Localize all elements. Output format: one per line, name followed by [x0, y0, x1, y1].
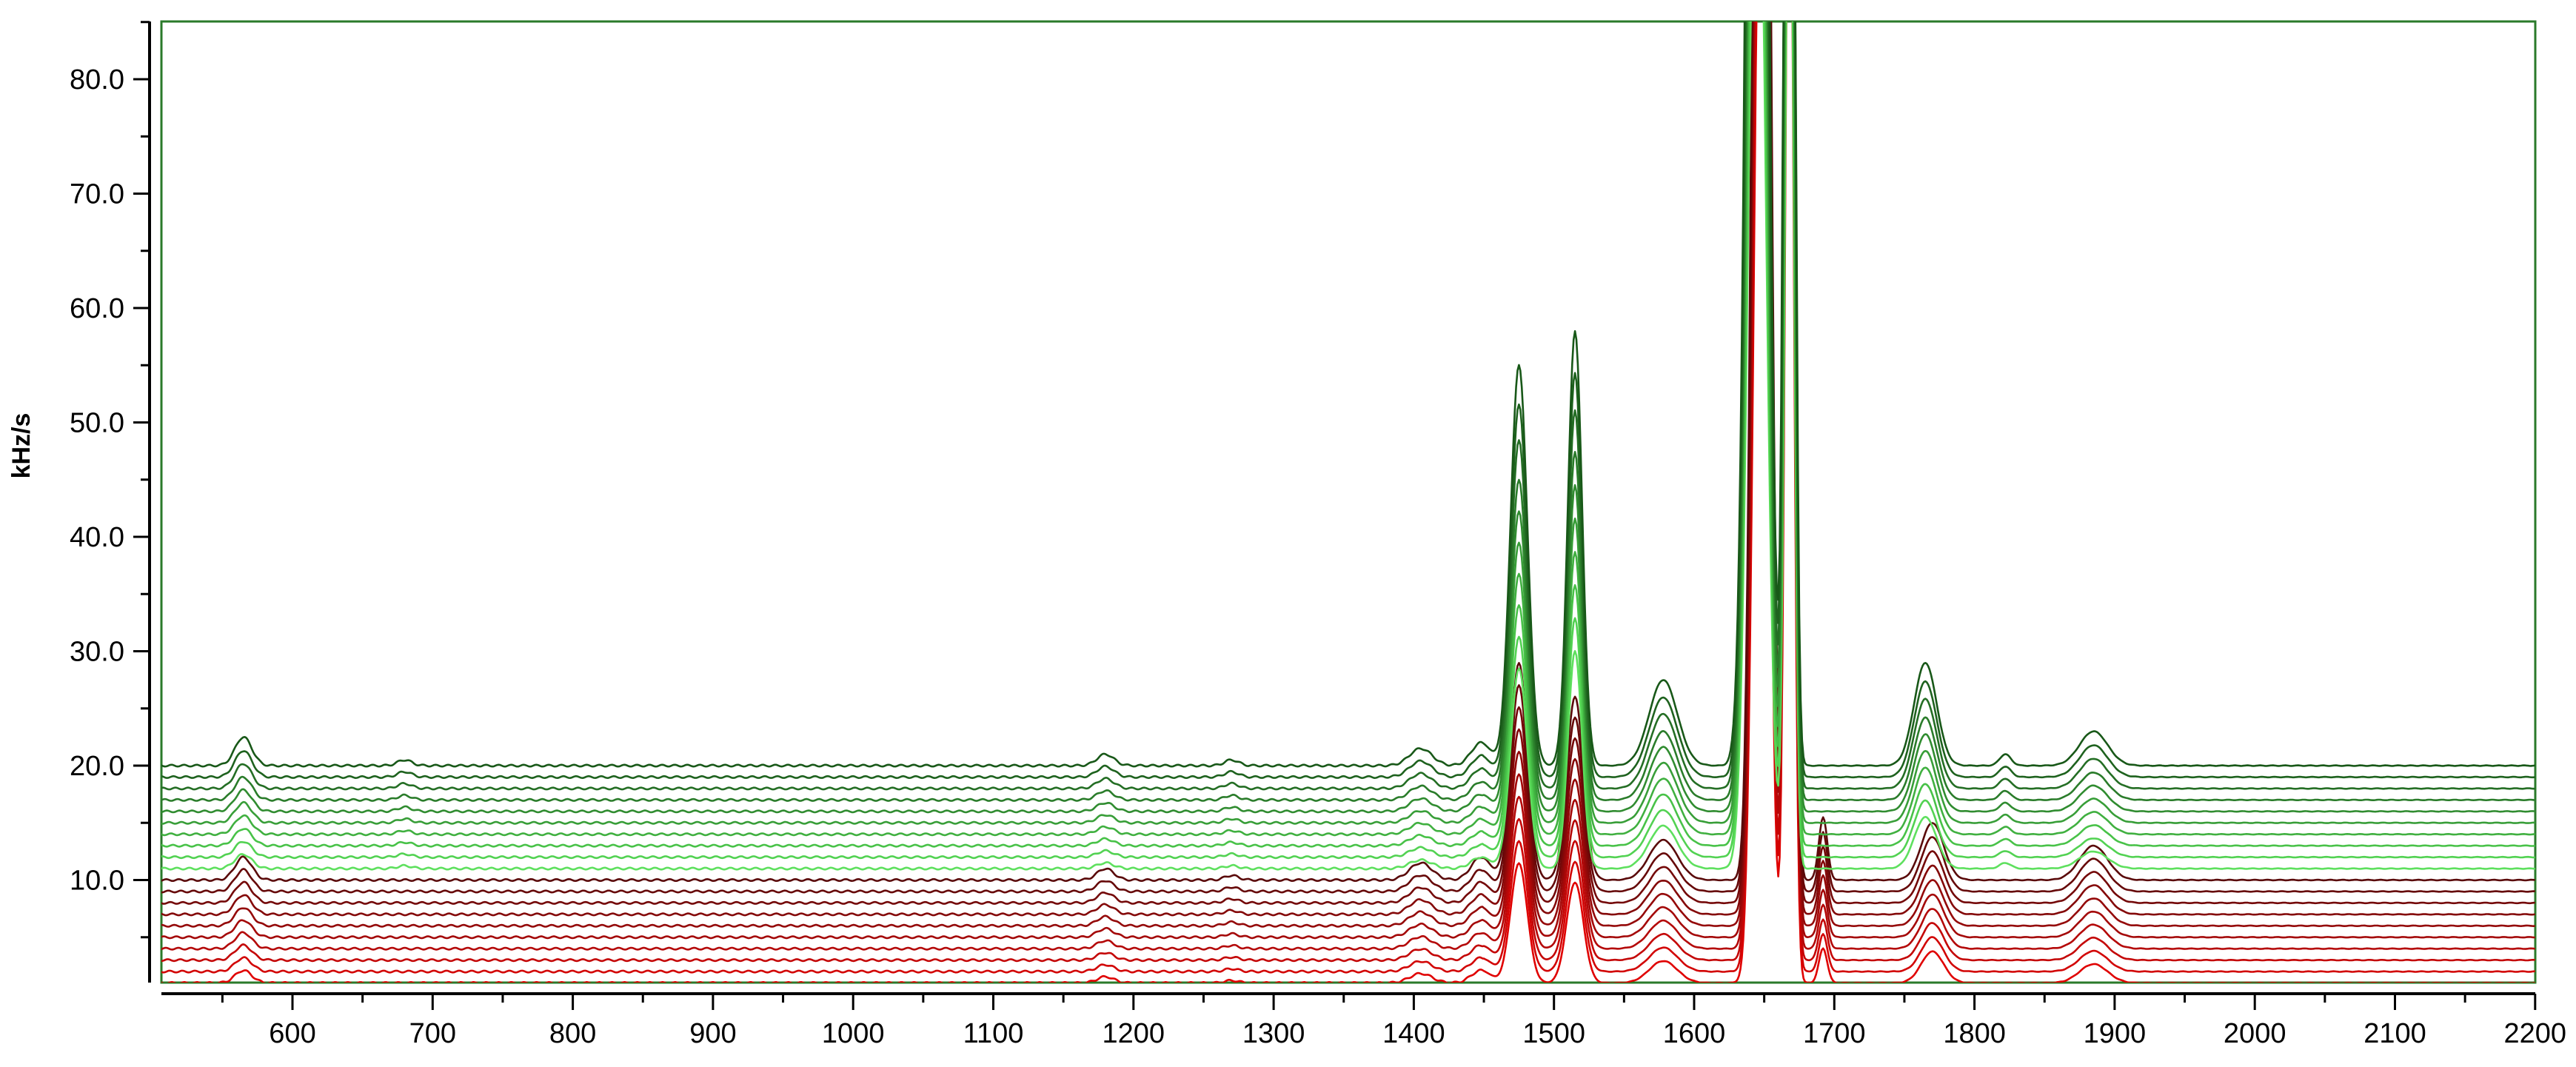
x-tick-label: 1800 — [1943, 1018, 2006, 1049]
x-tick-label: 1900 — [2084, 1018, 2147, 1049]
y-axis-title: kHz/s — [7, 413, 36, 479]
x-tick-label: 1300 — [1242, 1018, 1305, 1049]
spectra-chart: 10.0 20.0 30.0 40.0 50.0 60.0 70.0 80.0 600 700 8… — [7, 20, 2567, 1049]
plot-frame — [160, 20, 2537, 984]
x-tick-label: 600 — [269, 1018, 315, 1049]
x-tick-label: 1400 — [1382, 1018, 1445, 1049]
x-tick-label: 900 — [689, 1018, 736, 1049]
x-tick-label: 1600 — [1663, 1018, 1726, 1049]
y-tick-label: 80.0 — [70, 64, 124, 96]
x-tick-label: 1700 — [1803, 1018, 1866, 1049]
y-tick-label: 70.0 — [70, 179, 124, 210]
x-tick-label: 700 — [409, 1018, 456, 1049]
x-tick-label: 1200 — [1103, 1018, 1165, 1049]
x-axis-ticks: 600 700 800 900 1000 1100 1200 1300 1400 1500 1600… — [221, 994, 2567, 1049]
y-axis-ticks: 10.0 20.0 30.0 40.0 50.0 60.0 70.0 80.0 — [70, 21, 150, 939]
y-tick-label: 30.0 — [70, 637, 124, 668]
x-tick-label: 800 — [549, 1018, 596, 1049]
x-tick-label: 1000 — [822, 1018, 885, 1049]
y-tick-label: 60.0 — [70, 293, 124, 324]
x-tick-label: 1500 — [1522, 1018, 1585, 1049]
x-tick-label: 2200 — [2504, 1018, 2567, 1049]
x-tick-label: 2000 — [2224, 1018, 2286, 1049]
x-tick-label: 2100 — [2363, 1018, 2426, 1049]
y-tick-label: 20.0 — [70, 751, 124, 782]
y-tick-label: 50.0 — [70, 408, 124, 439]
y-tick-label: 40.0 — [70, 522, 124, 553]
y-tick-label: 10.0 — [70, 866, 124, 897]
x-tick-label: 1100 — [963, 1018, 1024, 1049]
